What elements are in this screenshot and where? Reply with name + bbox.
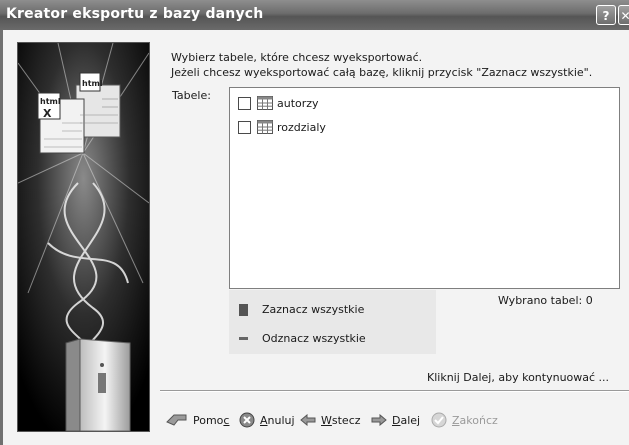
select-all-button[interactable]: Zaznacz wszystkie bbox=[239, 303, 364, 316]
continue-hint: Kliknij Dalej, aby kontynuować ... bbox=[427, 371, 610, 384]
wizard-illustration: html html X bbox=[17, 42, 150, 432]
table-name: rozdzialy bbox=[277, 120, 326, 134]
cancel-button[interactable]: Anuluj bbox=[239, 410, 295, 430]
help-hand-icon bbox=[166, 414, 187, 426]
table-icon bbox=[257, 120, 273, 134]
export-illustration-graphic: html html X bbox=[18, 43, 149, 431]
help-title-button[interactable]: ? bbox=[596, 5, 616, 25]
help-button[interactable]: Pomoc bbox=[166, 410, 229, 430]
finish-check-icon bbox=[431, 412, 447, 428]
deselect-all-button[interactable]: Odznacz wszystkie bbox=[239, 332, 366, 345]
select-all-label: Zaznacz wszystkie bbox=[262, 303, 365, 316]
tables-label: Tabele: bbox=[172, 89, 211, 102]
close-title-button[interactable]: ✕ bbox=[618, 5, 629, 25]
close-icon: ✕ bbox=[620, 9, 629, 23]
svg-text:X: X bbox=[43, 107, 52, 120]
arrow-left-icon bbox=[300, 414, 316, 426]
next-button[interactable]: Dalej bbox=[371, 410, 420, 430]
instruction-line-1: Wybierz tabele, które chcesz wyeksportow… bbox=[171, 51, 423, 64]
list-item[interactable]: rozdzialy bbox=[238, 119, 326, 135]
window-title: Kreator eksportu z bazy danych bbox=[6, 6, 264, 22]
finish-button[interactable]: Zakończ bbox=[431, 410, 498, 430]
title-bar: Kreator eksportu z bazy danych ? ✕ bbox=[0, 0, 629, 30]
cancel-icon bbox=[239, 412, 255, 428]
selection-actions: Zaznacz wszystkie Odznacz wszystkie bbox=[229, 290, 436, 354]
arrow-right-icon bbox=[371, 414, 387, 426]
table-list[interactable]: autorzy rozdzialy bbox=[229, 87, 620, 289]
divider-highlight bbox=[160, 391, 629, 392]
help-icon: ? bbox=[602, 9, 610, 23]
table-icon bbox=[257, 96, 273, 110]
back-button[interactable]: Wstecz bbox=[300, 410, 361, 430]
selection-count: Wybrano tabel: 0 bbox=[498, 294, 593, 307]
table-checkbox[interactable] bbox=[238, 96, 251, 110]
deselect-all-icon bbox=[239, 337, 248, 340]
select-all-icon bbox=[239, 303, 248, 316]
svg-text:html: html bbox=[40, 97, 61, 106]
server-tower-icon bbox=[65, 338, 131, 431]
deselect-all-label: Odznacz wszystkie bbox=[262, 332, 366, 345]
svg-text:html: html bbox=[82, 79, 103, 88]
table-checkbox[interactable] bbox=[238, 120, 251, 134]
instruction-line-2: Jeżeli chcesz wyeksportować całą bazę, k… bbox=[171, 66, 593, 79]
list-item[interactable]: autorzy bbox=[238, 95, 319, 111]
instructions: Wybierz tabele, które chcesz wyeksportow… bbox=[171, 50, 621, 80]
table-name: autorzy bbox=[277, 96, 319, 110]
